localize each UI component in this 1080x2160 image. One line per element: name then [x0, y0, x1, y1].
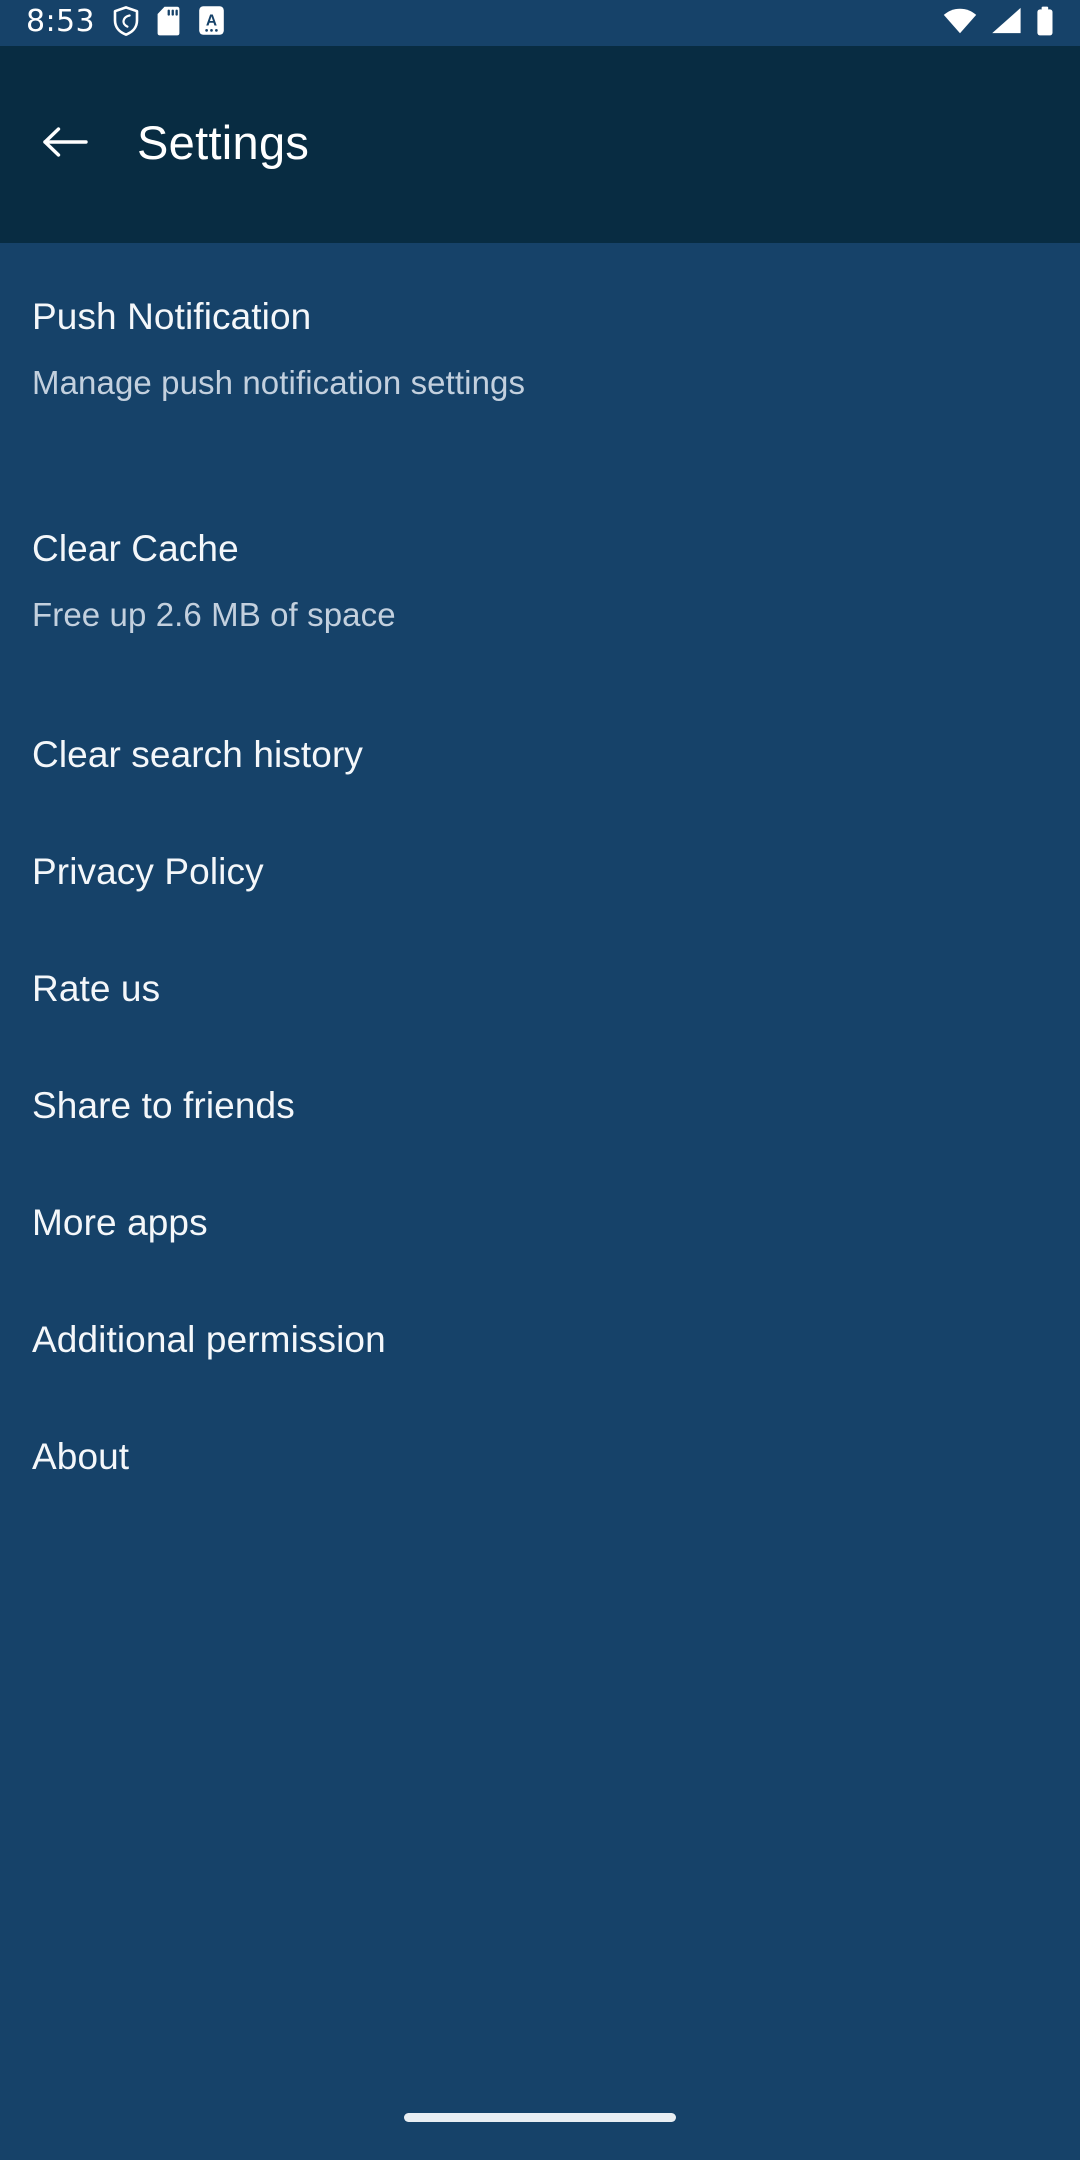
page-title: Settings [137, 116, 310, 169]
keyboard-language-icon: A [198, 5, 225, 41]
list-item-title: More apps [32, 1202, 208, 1243]
settings-list: Push Notification Manage push notificati… [0, 243, 1080, 1526]
list-item-title: About [32, 1436, 130, 1477]
list-item-title: Additional permission [32, 1319, 386, 1360]
list-item-rate-us[interactable]: Rate us [0, 941, 1080, 1058]
cellular-signal-icon [991, 7, 1022, 39]
app-bar: Settings [0, 46, 1080, 243]
list-item-title: Clear Cache [32, 528, 239, 569]
shield-icon [113, 5, 139, 41]
list-item-clear-search-history[interactable]: Clear search history [0, 707, 1080, 824]
list-item-additional-permission[interactable]: Additional permission [0, 1292, 1080, 1409]
back-button[interactable] [17, 97, 113, 193]
status-bar: 8:53 A [0, 0, 1080, 46]
list-item-title: Privacy Policy [32, 851, 264, 892]
list-item-title: Clear search history [32, 734, 364, 775]
status-bar-clock: 8:53 [26, 4, 95, 39]
list-item-title: Push Notification [32, 296, 312, 337]
battery-icon [1036, 6, 1054, 41]
list-item-clear-cache[interactable]: Clear Cache Free up 2.6 MB of space [0, 475, 1080, 707]
status-bar-left-group: 8:53 A [26, 5, 225, 41]
list-item-title: Share to friends [32, 1085, 295, 1126]
sd-card-icon [157, 6, 180, 41]
gesture-home-handle[interactable] [404, 2112, 676, 2122]
arrow-left-icon [41, 122, 89, 167]
settings-screen: 8:53 A Settings Push Notification Manage… [0, 0, 1080, 2160]
status-bar-right-group [943, 6, 1054, 41]
list-item-push-notification[interactable]: Push Notification Manage push notificati… [0, 243, 1080, 475]
list-item-more-apps[interactable]: More apps [0, 1175, 1080, 1292]
list-item-title: Rate us [32, 968, 161, 1009]
list-item-privacy-policy[interactable]: Privacy Policy [0, 824, 1080, 941]
list-item-about[interactable]: About [0, 1409, 1080, 1526]
svg-text:A: A [206, 12, 217, 29]
wifi-icon [943, 7, 977, 39]
system-navigation-bar [0, 2076, 1080, 2160]
list-item-subtitle: Free up 2.6 MB of space [32, 595, 396, 633]
list-item-share-to-friends[interactable]: Share to friends [0, 1058, 1080, 1175]
list-item-subtitle: Manage push notification settings [32, 363, 526, 401]
